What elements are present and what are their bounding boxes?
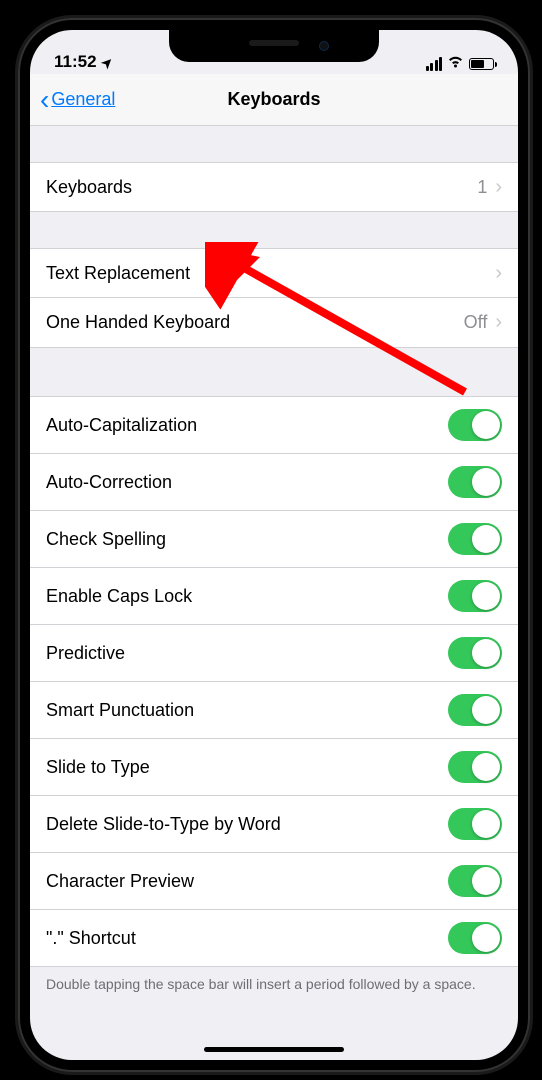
enable-caps-lock-row[interactable]: Enable Caps Lock bbox=[30, 568, 518, 625]
cell-label: One Handed Keyboard bbox=[46, 312, 464, 333]
cell-label: Keyboards bbox=[46, 177, 477, 198]
auto-capitalization-row[interactable]: Auto-Capitalization bbox=[30, 396, 518, 454]
cell-label: Character Preview bbox=[46, 871, 448, 892]
location-icon bbox=[102, 52, 113, 72]
volume-down-button bbox=[10, 300, 14, 360]
chevron-right-icon: › bbox=[495, 311, 502, 334]
cell-label: Enable Caps Lock bbox=[46, 586, 448, 607]
toggle-switch[interactable] bbox=[448, 409, 502, 441]
nav-bar: ‹ General Keyboards bbox=[30, 74, 518, 126]
speaker-grille bbox=[249, 40, 299, 46]
cell-label: Auto-Capitalization bbox=[46, 415, 448, 436]
cell-label: Auto-Correction bbox=[46, 472, 448, 493]
cell-label: Text Replacement bbox=[46, 263, 495, 284]
notch bbox=[169, 30, 379, 62]
toggle-switch[interactable] bbox=[448, 466, 502, 498]
silence-switch bbox=[10, 165, 14, 195]
cell-label: Slide to Type bbox=[46, 757, 448, 778]
back-label: General bbox=[51, 89, 115, 110]
predictive-row[interactable]: Predictive bbox=[30, 625, 518, 682]
cell-label: "." Shortcut bbox=[46, 928, 448, 949]
back-button[interactable]: ‹ General bbox=[40, 86, 115, 114]
chevron-left-icon: ‹ bbox=[40, 86, 49, 114]
toggle-switch[interactable] bbox=[448, 694, 502, 726]
content-area[interactable]: Keyboards 1 › Text Replacement › One Han… bbox=[30, 126, 518, 1060]
cell-label: Predictive bbox=[46, 643, 448, 664]
status-time: 11:52 bbox=[54, 52, 97, 72]
front-camera bbox=[319, 41, 329, 51]
delete-slide-to-type-row[interactable]: Delete Slide-to-Type by Word bbox=[30, 796, 518, 853]
check-spelling-row[interactable]: Check Spelling bbox=[30, 511, 518, 568]
wifi-icon bbox=[447, 55, 464, 72]
character-preview-row[interactable]: Character Preview bbox=[30, 853, 518, 910]
cell-value: 1 bbox=[477, 177, 487, 198]
text-replacement-row[interactable]: Text Replacement › bbox=[30, 248, 518, 298]
toggle-switch[interactable] bbox=[448, 637, 502, 669]
footer-text: Double tapping the space bar will insert… bbox=[30, 967, 518, 993]
period-shortcut-row[interactable]: "." Shortcut bbox=[30, 910, 518, 967]
cell-label: Check Spelling bbox=[46, 529, 448, 550]
chevron-right-icon: › bbox=[495, 176, 502, 199]
cell-label: Smart Punctuation bbox=[46, 700, 448, 721]
toggle-switch[interactable] bbox=[448, 751, 502, 783]
volume-up-button bbox=[10, 225, 14, 285]
power-button bbox=[534, 240, 538, 335]
home-indicator[interactable] bbox=[204, 1047, 344, 1052]
toggle-switch[interactable] bbox=[448, 922, 502, 954]
toggle-switch[interactable] bbox=[448, 865, 502, 897]
smart-punctuation-row[interactable]: Smart Punctuation bbox=[30, 682, 518, 739]
toggle-switch[interactable] bbox=[448, 523, 502, 555]
toggle-switch[interactable] bbox=[448, 808, 502, 840]
chevron-right-icon: › bbox=[495, 262, 502, 285]
one-handed-keyboard-row[interactable]: One Handed Keyboard Off › bbox=[30, 298, 518, 348]
keyboards-row[interactable]: Keyboards 1 › bbox=[30, 162, 518, 212]
cell-label: Delete Slide-to-Type by Word bbox=[46, 814, 448, 835]
auto-correction-row[interactable]: Auto-Correction bbox=[30, 454, 518, 511]
cellular-signal-icon bbox=[426, 57, 443, 71]
battery-icon bbox=[469, 58, 494, 70]
slide-to-type-row[interactable]: Slide to Type bbox=[30, 739, 518, 796]
cell-value: Off bbox=[464, 312, 488, 333]
toggle-switch[interactable] bbox=[448, 580, 502, 612]
phone-frame: 11:52 ‹ General Keyboards bbox=[18, 18, 530, 1072]
screen: 11:52 ‹ General Keyboards bbox=[30, 30, 518, 1060]
